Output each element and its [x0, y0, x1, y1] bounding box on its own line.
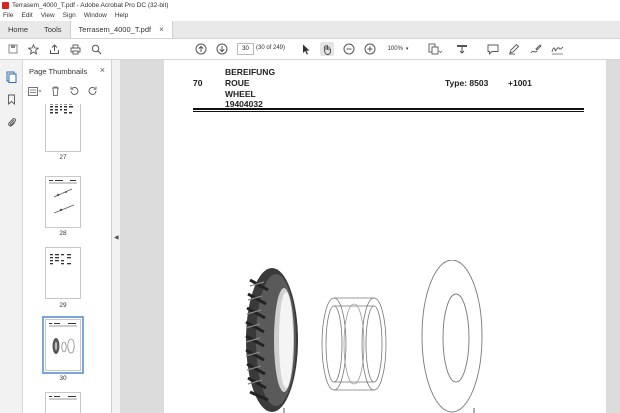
menu-window[interactable]: Window: [84, 12, 107, 19]
panel-close-icon[interactable]: ×: [100, 65, 105, 75]
header-rule-thin: [193, 111, 584, 112]
thumbnail-label: 30: [59, 375, 67, 382]
rotate-ccw-icon[interactable]: [69, 86, 79, 96]
sign-icon[interactable]: [550, 42, 564, 56]
bookmark-star-icon[interactable]: [26, 42, 40, 56]
delete-icon[interactable]: [51, 86, 60, 96]
thumbnail-page[interactable]: [45, 247, 81, 299]
type-code: +1001: [508, 78, 532, 88]
thumbnail-preview: [50, 104, 73, 114]
draw-icon[interactable]: [529, 42, 543, 56]
options-icon[interactable]: [28, 86, 42, 96]
toolbar: 30 (30 of 249) 100% ▾: [0, 39, 620, 60]
tab-document-label: Terrasem_4000_T.pdf: [78, 25, 152, 34]
type-label: Type: 8503: [445, 78, 489, 88]
rim-illustration: [321, 297, 387, 391]
menu-view[interactable]: View: [41, 12, 55, 19]
wheel-drawing: [245, 260, 483, 413]
tab-home[interactable]: Home: [0, 21, 36, 38]
search-icon[interactable]: [89, 42, 103, 56]
print-icon[interactable]: [68, 42, 82, 56]
thumbnail-list: 27 28 29 30: [23, 104, 103, 413]
thumbnail-preview: [49, 323, 77, 354]
panel-title: Page Thumbnails: [29, 67, 88, 76]
thumbnail-label: 29: [59, 302, 67, 309]
thumbnails-panel: Page Thumbnails × 27 28 29 30: [23, 60, 131, 413]
zoom-out-icon[interactable]: [342, 42, 356, 56]
page-down-icon[interactable]: [215, 42, 229, 56]
panel-toolbar: [28, 84, 108, 98]
menu-file[interactable]: File: [3, 12, 13, 19]
menu-bar: File Edit View Sign Window Help: [0, 10, 620, 21]
tire-illustration: [245, 268, 298, 412]
menu-help[interactable]: Help: [115, 12, 128, 19]
collapse-panel-icon[interactable]: ◀: [114, 234, 119, 241]
page-layout-icon[interactable]: [427, 42, 443, 56]
left-rail: [0, 60, 23, 413]
thumbnail-preview: [49, 180, 77, 214]
thumbnail-page[interactable]: [42, 316, 84, 374]
window-title: Terrasem_4000_T.pdf - Adobe Acrobat Pro …: [12, 1, 169, 9]
document-view[interactable]: 70 BEREIFUNG ROUE WHEEL 19404032 Type: 8…: [120, 60, 620, 413]
thumbnail-page[interactable]: [45, 104, 81, 152]
menu-edit[interactable]: Edit: [21, 12, 32, 19]
upload-icon[interactable]: [47, 42, 61, 56]
attachments-icon[interactable]: [5, 115, 18, 128]
tube-illustration: [421, 260, 483, 413]
section-number: 70: [193, 78, 203, 88]
thumbnail-preview: [49, 396, 77, 400]
thumbnail-label: 27: [59, 154, 67, 161]
title-bar: Terrasem_4000_T.pdf - Adobe Acrobat Pro …: [0, 0, 620, 10]
thumbnail-page[interactable]: [45, 176, 81, 228]
highlight-icon[interactable]: [507, 42, 521, 56]
tab-document[interactable]: Terrasem_4000_T.pdf ×: [69, 21, 173, 38]
comment-icon[interactable]: [486, 42, 500, 56]
rotate-cw-icon[interactable]: [88, 86, 98, 96]
chevron-down-icon: ▾: [405, 46, 409, 52]
thumbnails-icon[interactable]: [5, 70, 18, 83]
header-rule: [193, 108, 584, 110]
page-number-input[interactable]: 30: [237, 43, 254, 55]
bookmarks-icon[interactable]: [5, 93, 18, 106]
acrobat-logo-icon: [2, 1, 9, 9]
zoom-in-icon[interactable]: [363, 42, 377, 56]
thumbnail-page[interactable]: [45, 392, 81, 413]
thumbnail-preview: [50, 254, 71, 265]
thumbnail-label: 28: [59, 230, 67, 237]
select-arrow-icon[interactable]: [300, 42, 312, 56]
tab-close-icon[interactable]: ×: [159, 25, 164, 34]
tab-tools[interactable]: Tools: [36, 21, 70, 38]
pdf-page: 70 BEREIFUNG ROUE WHEEL 19404032 Type: 8…: [164, 60, 606, 413]
title-line-french: ROUE: [225, 78, 250, 88]
title-line-english: WHEEL: [225, 89, 256, 99]
page-count: (30 of 249): [256, 45, 286, 51]
save-icon[interactable]: [6, 42, 20, 56]
zoom-level-select[interactable]: 100% ▾: [385, 43, 411, 55]
scroll-icon[interactable]: [455, 42, 469, 56]
hand-icon[interactable]: [320, 42, 334, 56]
menu-sign[interactable]: Sign: [63, 12, 76, 19]
zoom-level: 100%: [387, 46, 403, 52]
tab-bar: Home Tools Terrasem_4000_T.pdf ×: [0, 21, 620, 39]
page-up-icon[interactable]: [194, 42, 208, 56]
panel-splitter[interactable]: ◀: [112, 60, 120, 413]
title-line-german: BEREIFUNG: [225, 67, 276, 77]
